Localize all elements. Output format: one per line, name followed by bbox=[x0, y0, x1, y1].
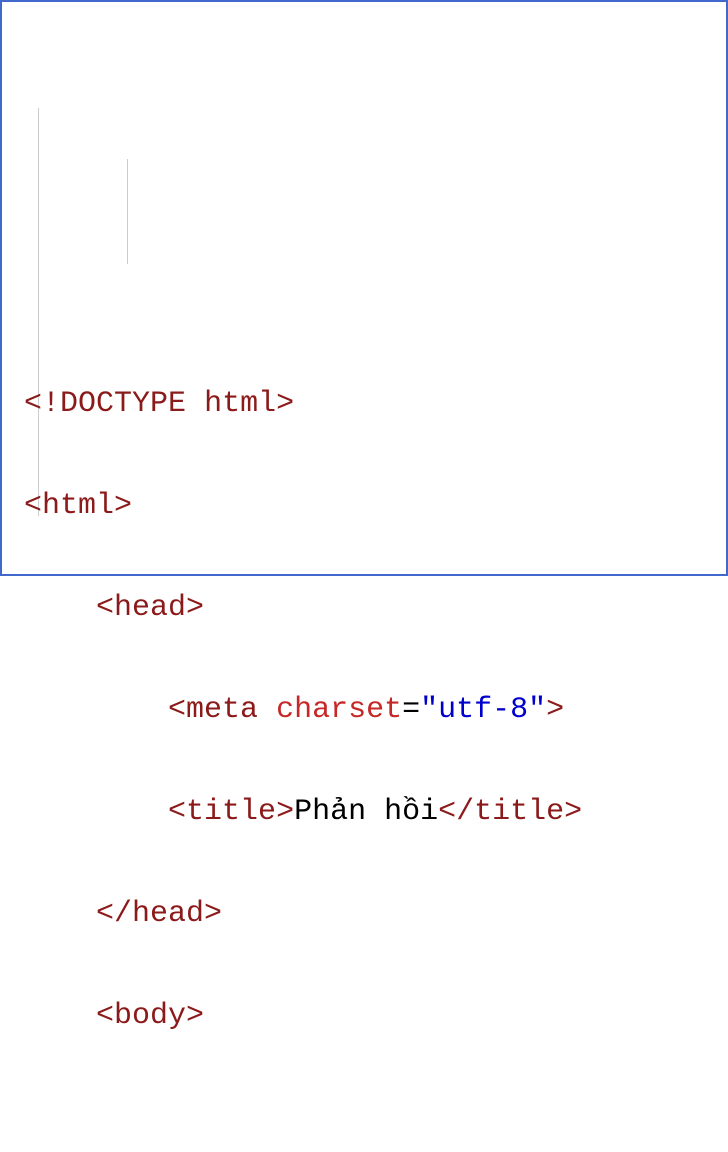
indent bbox=[24, 693, 168, 727]
title-text: Phản hồi bbox=[294, 795, 438, 829]
code-line-6: </head> bbox=[24, 889, 704, 940]
code-line-8 bbox=[24, 1093, 704, 1144]
indent-guide-2 bbox=[127, 159, 128, 264]
indent bbox=[24, 897, 96, 931]
tag-open: < bbox=[168, 693, 186, 727]
tag-open: </ bbox=[438, 795, 474, 829]
tag-name-title-close: title bbox=[474, 795, 564, 829]
code-line-2: <html> bbox=[24, 481, 704, 532]
tag-close: > bbox=[114, 489, 132, 523]
attr-charset: charset bbox=[276, 693, 402, 727]
tag-name-title: title bbox=[186, 795, 276, 829]
tag-name-head: head bbox=[114, 591, 186, 625]
indent bbox=[24, 999, 96, 1033]
indent bbox=[24, 795, 168, 829]
tag-close: > bbox=[546, 693, 564, 727]
attr-value-utf8: "utf-8" bbox=[420, 693, 546, 727]
tag-name-html: html bbox=[42, 489, 114, 523]
code-line-7: <body> bbox=[24, 991, 704, 1042]
code-line-5: <title>Phản hồi</title> bbox=[24, 787, 704, 838]
code-line-3: <head> bbox=[24, 583, 704, 634]
tag-open: < bbox=[24, 489, 42, 523]
code-line-4: <meta charset="utf-8"> bbox=[24, 685, 704, 736]
tag-name-meta: meta bbox=[186, 693, 258, 727]
tag-open: </ bbox=[96, 897, 132, 931]
tag-close: > bbox=[564, 795, 582, 829]
equals: = bbox=[402, 693, 420, 727]
space bbox=[258, 693, 276, 727]
doctype-close: > bbox=[276, 387, 294, 421]
doctype-keyword: DOCTYPE bbox=[60, 387, 186, 421]
tag-open: < bbox=[168, 795, 186, 829]
indent-guide-1 bbox=[38, 108, 39, 516]
tag-name-body: body bbox=[114, 999, 186, 1033]
code-line-1: <!DOCTYPE html> bbox=[24, 379, 704, 430]
tag-close: > bbox=[186, 591, 204, 625]
tag-close: > bbox=[276, 795, 294, 829]
doctype-html: html bbox=[204, 387, 276, 421]
indent bbox=[24, 591, 96, 625]
tag-open: < bbox=[96, 591, 114, 625]
blank-line bbox=[24, 1101, 42, 1135]
tag-close: > bbox=[186, 999, 204, 1033]
tag-open: < bbox=[96, 999, 114, 1033]
tag-close: > bbox=[204, 897, 222, 931]
doctype-open: <! bbox=[24, 387, 60, 421]
space bbox=[186, 387, 204, 421]
tag-name-head-close: head bbox=[132, 897, 204, 931]
